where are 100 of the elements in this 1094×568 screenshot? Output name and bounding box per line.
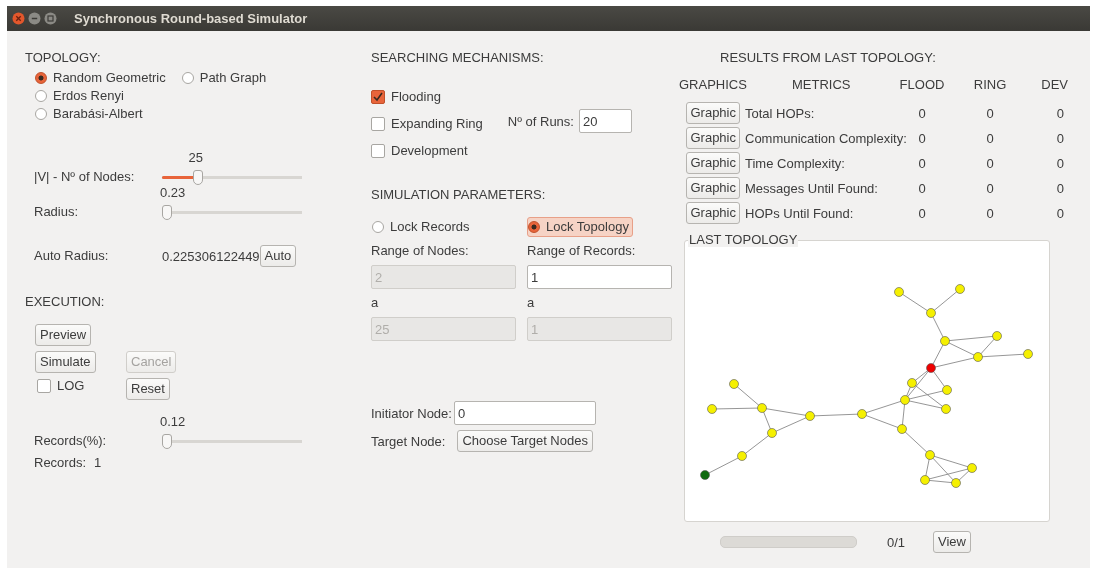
progress-text: 0/1 [887,534,907,550]
slider-value: 25 [188,150,203,165]
maximize-icon[interactable] [44,12,57,25]
check-icon [372,91,384,103]
auto-radius-label: Auto Radius: [34,248,110,264]
graph-node [955,284,965,294]
table-cell: 0 [986,130,994,146]
graph-node [897,424,907,434]
range-from-field[interactable]: 1 [527,265,672,289]
table-cell: 0 [986,180,994,196]
mechanism-checkbox[interactable]: Expanding Ring [371,116,483,132]
graph-node [729,379,739,389]
graph-node [805,411,815,421]
graph-node [967,463,977,473]
range-label: Range of Nodes: [371,244,469,258]
column-header: DEV [1041,77,1068,93]
metric-label: HOPs Until Found: [744,205,855,221]
records-value: 1 [94,455,102,470]
graph-node [926,363,936,373]
slider-value: 0.12 [159,414,186,429]
topology-radio[interactable]: Random Geometric [35,70,166,86]
section-heading: TOPOLOGY: [25,50,101,66]
mode-radio[interactable]: Lock Records [371,217,474,237]
table-cell: 0 [918,180,926,196]
column-header: METRICS [792,77,851,93]
graph-node [951,478,961,488]
mode-radio[interactable]: Lock Topology [527,217,633,237]
section-heading: SEARCHING MECHANISMS: [371,50,544,66]
topology-radio[interactable]: Path Graph [181,70,267,86]
section-heading: RESULTS FROM LAST TOPOLOGY: [720,50,936,66]
graph-node [920,475,930,485]
graph-node [700,470,710,480]
graphic-button[interactable]: Graphic [686,152,740,174]
graphic-button[interactable]: Graphic [686,177,740,199]
graph-node [973,352,983,362]
range-to-label: a [527,296,535,310]
close-icon[interactable] [12,12,25,25]
table-cell: 0 [986,205,994,221]
range-to-label: a [371,296,379,310]
window-title: Synchronous Round-based Simulator [74,11,308,26]
choose-target-button[interactable]: Choose Target Nodes [457,430,593,452]
table-cell: 0 [1056,205,1064,221]
metric-label: Communication Complexity: [744,130,908,146]
graph-node [894,287,904,297]
table-cell: 0 [1056,105,1064,121]
log-checkbox[interactable]: LOG [37,378,85,394]
table-cell: 0 [986,105,994,121]
column-header: RING [973,77,1007,93]
graph-node [907,378,917,388]
graph-node [737,451,747,461]
graph-node [1023,349,1033,359]
graph-node [900,395,910,405]
mechanism-checkbox[interactable]: Development [371,143,483,159]
minimize-icon[interactable] [28,12,41,25]
records-label: Records: [34,455,87,470]
graph-node [941,404,951,414]
column-header: GRAPHICS [679,77,747,93]
auto-button[interactable]: Auto [259,245,297,267]
graph-node [992,331,1002,341]
graph-node [925,450,935,460]
table-cell: 0 [918,105,926,121]
graph-node [767,428,777,438]
runs-label: Nº of Runs: [507,113,574,129]
runs-field[interactable]: 20 [578,109,632,133]
graphic-button[interactable]: Graphic [686,127,740,149]
metric-label: Total HOPs: [744,105,816,121]
range-label: Range of Records: [527,244,636,258]
table-cell: 0 [1056,180,1064,196]
panel-title: LAST TOPOLOGY [688,233,799,247]
preview-button[interactable]: Preview [35,324,92,346]
table-cell: 0 [1056,155,1064,171]
table-cell: 0 [918,205,926,221]
table-cell: 0 [1056,130,1064,146]
graph-node [942,385,952,395]
slider-label: Records(%): [34,433,108,449]
graph-node [926,308,936,318]
table-cell: 0 [986,155,994,171]
section-heading: SIMULATION PARAMETERS: [371,187,546,203]
graph-node [940,336,950,346]
topology-radio[interactable]: Erdos Renyi [35,88,166,104]
view-button[interactable]: View [933,531,971,553]
slider-label: Radius: [34,204,80,220]
table-cell: 0 [918,155,926,171]
initiator-field[interactable]: 0 [453,401,596,425]
topology-radio[interactable]: Barabási-Albert [35,106,166,122]
metric-label: Time Complexity: [744,155,846,171]
graph-node [757,403,767,413]
simulate-button[interactable]: Simulate [35,351,96,373]
column-header: FLOOD [899,77,945,93]
graph-node [707,404,717,414]
graphic-button[interactable]: Graphic [686,102,740,124]
initiator-label: Initiator Node: [371,405,452,421]
graph-node [857,409,867,419]
reset-button[interactable]: Reset [126,378,170,400]
mechanism-checkbox[interactable]: Flooding [371,89,483,105]
graphic-button[interactable]: Graphic [686,202,740,224]
section-heading: EXECUTION: [25,294,105,310]
table-cell: 0 [918,130,926,146]
auto-radius-value: 0.225306122449 [162,248,260,264]
slider-label: |V| - Nº of Nodes: [34,169,136,185]
